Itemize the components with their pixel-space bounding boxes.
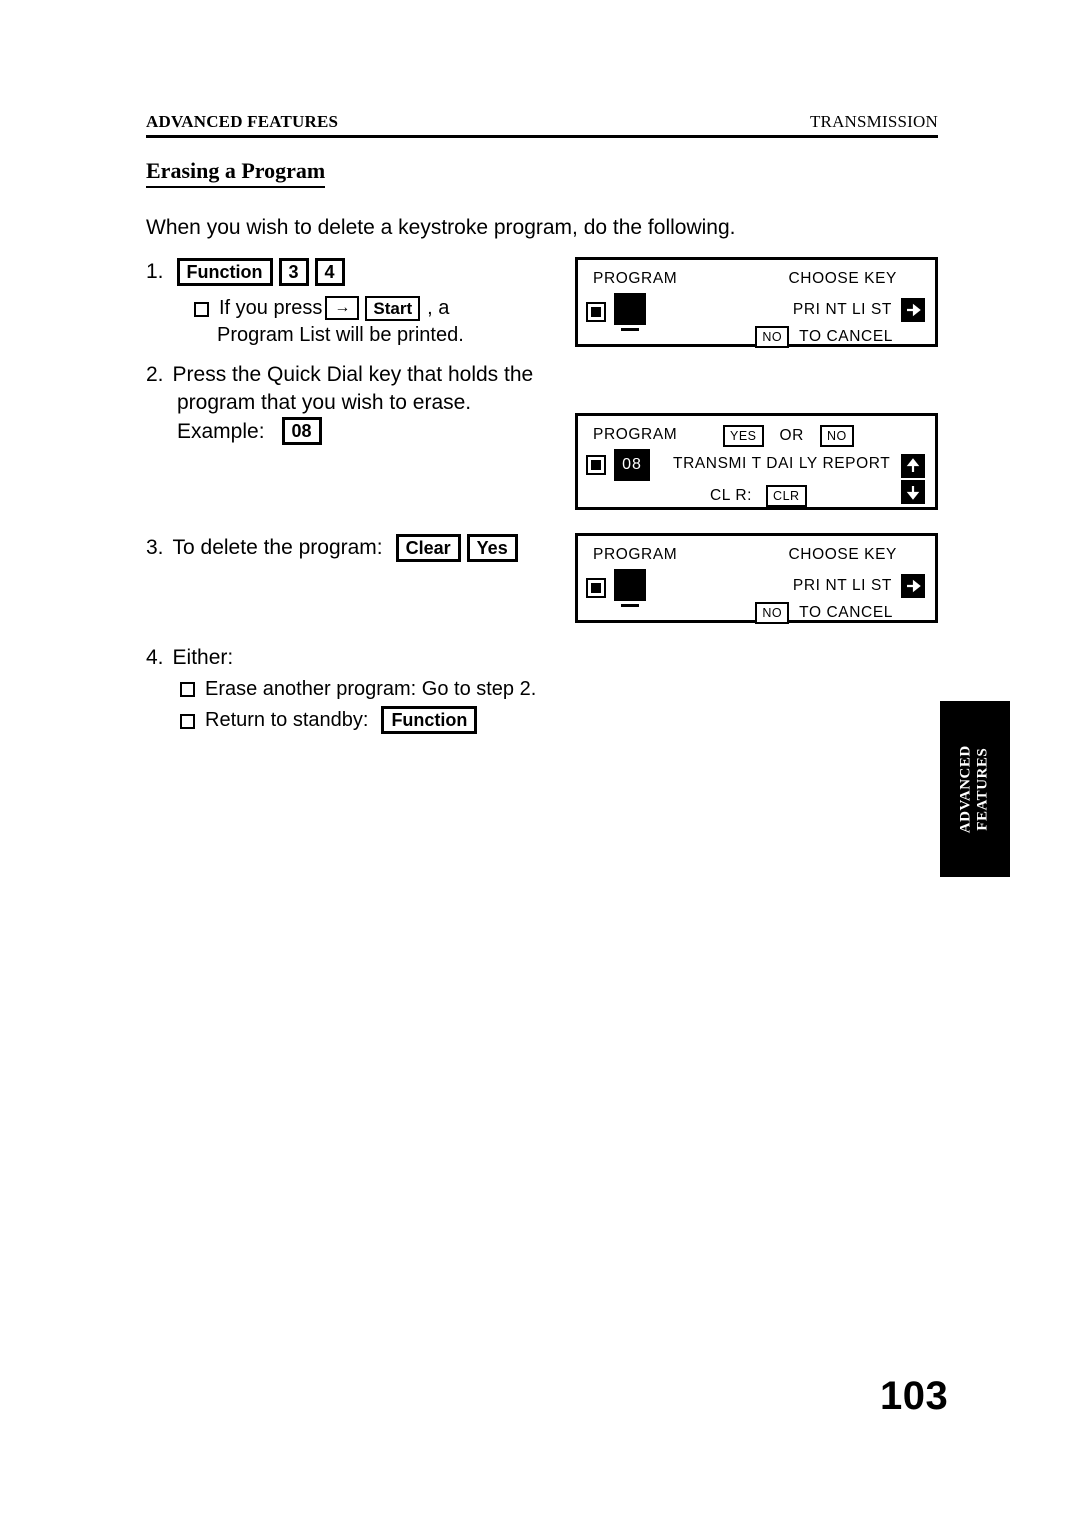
- digit-key-3[interactable]: 3: [278, 258, 309, 286]
- no-softkey[interactable]: NO: [755, 326, 790, 348]
- step-4-bullet-2: Return to standby: Function: [180, 706, 536, 735]
- step-4-label: Either:: [172, 646, 234, 669]
- step-4-row: 4. Either:: [146, 644, 536, 672]
- page-number: 103: [880, 1374, 949, 1418]
- function-key-step1[interactable]: Function: [176, 258, 273, 286]
- step-1-keys-row: 1. Function 3 4: [146, 258, 464, 286]
- lcd3-print-list-row: PRI NT LI ST: [793, 574, 925, 598]
- step-4-bullet-1-text: Erase another program: Go to step 2.: [205, 677, 537, 700]
- lcd2-yesno-row: YES OR NO: [723, 425, 854, 447]
- arrow-up-icon[interactable]: [901, 454, 925, 478]
- no-softkey[interactable]: NO: [755, 602, 790, 624]
- lcd2-up-arrow-wrap: [901, 454, 925, 478]
- chapter-thumb-tab-line1: ADVANCED: [957, 745, 974, 833]
- filled-block-icon: [614, 569, 646, 601]
- lcd2-clr-row: CL R: CLR: [710, 485, 807, 507]
- clear-key[interactable]: Clear: [395, 534, 461, 562]
- lcd2-entry: 08: [586, 449, 650, 481]
- digit-key-4[interactable]: 4: [314, 258, 345, 286]
- underline-icon: [621, 604, 639, 607]
- step-2-number: 2.: [146, 363, 164, 386]
- step-2-line1-row: 2. Press the Quick Dial key that holds t…: [146, 361, 533, 389]
- yes-softkey[interactable]: YES: [723, 425, 764, 447]
- lcd2-program-number: 08: [614, 449, 650, 481]
- step-1: 1. Function 3 4 If you press → Start , a…: [146, 258, 464, 349]
- lcd-display-1: PROGRAM CHOOSE KEY PRI NT LI ST NO TO CA…: [575, 257, 938, 348]
- lcd2-or-text: OR: [779, 426, 804, 444]
- step-1-note-pre: If you press: [219, 297, 323, 319]
- square-bullet-icon: [180, 713, 195, 729]
- square-bullet-icon: [180, 682, 195, 698]
- step-4-number: 4.: [146, 646, 164, 669]
- lcd1-entry: [586, 293, 646, 331]
- lcd1-cancel-text: TO CANCEL: [799, 327, 893, 345]
- step-2-example-label: Example:: [177, 419, 265, 443]
- step-1-number: 1.: [146, 260, 164, 284]
- lcd3-cancel-text: TO CANCEL: [799, 603, 893, 621]
- lcd-display-3: PROGRAM CHOOSE KEY PRI NT LI ST NO TO CA…: [575, 533, 938, 624]
- arrow-down-icon[interactable]: [901, 480, 925, 504]
- lcd1-top-right: CHOOSE KEY: [789, 270, 898, 288]
- step-3-label: To delete the program:: [172, 536, 383, 560]
- lcd2-clr-label: CL R:: [710, 486, 753, 504]
- intro-paragraph: When you wish to delete a keystroke prog…: [146, 216, 736, 239]
- step-1-note-line2: Program List will be printed.: [217, 324, 464, 347]
- square-bullet-icon: [194, 301, 209, 317]
- step-2-line2: program that you wish to erase.: [177, 390, 472, 414]
- underline-icon: [621, 328, 639, 331]
- page-title: Erasing a Program: [146, 158, 326, 189]
- lcd3-blank-entry: [614, 569, 646, 607]
- lcd3-entry: [586, 569, 646, 607]
- lcd2-title-text: PROGRAM: [593, 426, 678, 443]
- lcd2-program-name-text: TRANSMI T DAI LY REPORT: [673, 455, 891, 472]
- function-key-step4[interactable]: Function: [381, 706, 478, 735]
- lcd1-title: PROGRAM: [593, 270, 677, 288]
- lcd3-title-text: PROGRAM: [593, 546, 678, 563]
- lcd1-title-text: PROGRAM: [593, 270, 678, 287]
- step-4-bullet-2-text: Return to standby:: [205, 708, 369, 731]
- step-3-number: 3.: [146, 536, 164, 560]
- start-key[interactable]: Start: [365, 295, 421, 321]
- arrow-right-icon[interactable]: [901, 298, 925, 322]
- cursor-marker-icon: [586, 302, 606, 322]
- filled-block-icon: [614, 293, 646, 325]
- cursor-marker-icon: [586, 578, 606, 598]
- arrow-right-icon[interactable]: [901, 574, 925, 598]
- lcd3-print-list-text: PRI NT LI ST: [792, 577, 892, 594]
- yes-key[interactable]: Yes: [466, 534, 518, 562]
- lcd2-title: PROGRAM: [593, 426, 677, 444]
- step-2-line1: Press the Quick Dial key that holds the: [172, 363, 534, 386]
- lcd-display-2: PROGRAM YES OR NO 08 TRANSMI T DAI LY RE…: [575, 413, 938, 510]
- lcd3-top-right: CHOOSE KEY: [789, 546, 898, 564]
- lcd1-print-list-row: PRI NT LI ST: [793, 298, 925, 322]
- step-1-note-post: , a: [427, 297, 450, 319]
- step-2: 2. Press the Quick Dial key that holds t…: [146, 361, 533, 446]
- lcd2-down-arrow-wrap: [901, 480, 925, 504]
- step-4-bullet-1: Erase another program: Go to step 2.: [180, 676, 536, 702]
- arrow-right-key[interactable]: →: [325, 296, 360, 321]
- step-1-note-row: If you press → Start , a: [194, 295, 464, 321]
- quick-dial-key-08[interactable]: 08: [281, 417, 322, 446]
- lcd1-top-right-text: CHOOSE KEY: [788, 270, 897, 287]
- step-2-example-row: Example: 08: [177, 417, 533, 446]
- lcd3-top-right-text: CHOOSE KEY: [788, 546, 897, 563]
- lcd3-title: PROGRAM: [593, 546, 677, 564]
- chapter-thumb-tab: ADVANCED FEATURES: [940, 701, 1010, 877]
- header-chapter-label: TRANSMISSION: [809, 112, 938, 131]
- lcd1-cancel-row: NO TO CANCEL: [755, 326, 893, 348]
- running-header: ADVANCED FEATURES TRANSMISSION: [146, 112, 938, 138]
- step-3: 3. To delete the program: Clear Yes: [146, 534, 521, 562]
- clr-softkey[interactable]: CLR: [766, 485, 807, 507]
- lcd2-program-name: TRANSMI T DAI LY REPORT: [673, 455, 890, 473]
- step-3-row: 3. To delete the program: Clear Yes: [146, 534, 521, 562]
- lcd1-blank-entry: [614, 293, 646, 331]
- step-4: 4. Either: Erase another program: Go to …: [146, 644, 536, 735]
- chapter-thumb-tab-text: ADVANCED FEATURES: [958, 745, 993, 833]
- chapter-thumb-tab-line2: FEATURES: [975, 747, 991, 831]
- cursor-marker-icon: [586, 455, 606, 475]
- no-softkey[interactable]: NO: [819, 425, 854, 447]
- header-section-label: ADVANCED FEATURES: [146, 112, 339, 131]
- lcd1-print-list-text: PRI NT LI ST: [792, 301, 892, 318]
- lcd3-cancel-row: NO TO CANCEL: [755, 602, 893, 624]
